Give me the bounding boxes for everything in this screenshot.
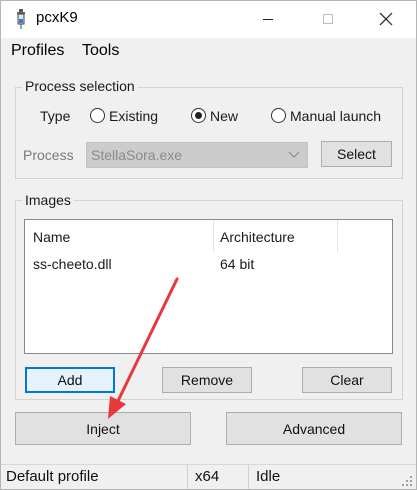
process-selection-title: Process selection <box>22 78 138 94</box>
maximize-button[interactable] <box>305 0 351 38</box>
process-label: Process <box>23 147 74 163</box>
images-title: Images <box>22 192 74 208</box>
advanced-button[interactable]: Advanced <box>226 412 402 445</box>
minimize-button[interactable] <box>245 0 291 38</box>
column-header-name[interactable]: Name <box>33 229 70 245</box>
radio-existing-label[interactable]: Existing <box>109 108 158 124</box>
process-combobox[interactable]: StellaSora.exe <box>86 142 308 168</box>
status-profile: Default profile <box>6 468 99 485</box>
radio-manual-launch[interactable] <box>271 108 286 123</box>
inject-button[interactable]: Inject <box>15 412 191 445</box>
status-divider <box>187 465 188 489</box>
menu-tools[interactable]: Tools <box>81 42 120 60</box>
image-arch-cell: 64 bit <box>220 256 255 272</box>
add-button[interactable]: Add <box>25 367 115 393</box>
maximize-icon <box>323 14 333 24</box>
image-name-cell: ss-cheeto.dll <box>33 256 112 272</box>
status-state: Idle <box>256 468 281 485</box>
clear-button[interactable]: Clear <box>302 367 392 393</box>
select-button[interactable]: Select <box>321 141 392 167</box>
column-divider[interactable] <box>337 220 338 252</box>
radio-new-label[interactable]: New <box>210 108 238 124</box>
type-label: Type <box>40 108 71 124</box>
close-button[interactable] <box>363 0 409 38</box>
radio-manual-launch-label[interactable]: Manual launch <box>290 108 381 124</box>
radio-existing[interactable] <box>90 108 105 123</box>
menu-profiles[interactable]: Profiles <box>10 42 65 60</box>
resize-grip-icon[interactable] <box>400 474 414 488</box>
radio-new[interactable] <box>191 108 206 123</box>
syringe-app-icon <box>17 9 25 29</box>
remove-button[interactable]: Remove <box>162 367 252 393</box>
status-divider <box>248 465 249 489</box>
window-title: pcxK9 <box>36 9 78 26</box>
column-divider[interactable] <box>213 220 214 252</box>
radio-selected-dot <box>195 112 202 119</box>
chevron-down-icon <box>288 151 300 158</box>
status-arch: x64 <box>195 468 220 485</box>
close-icon <box>379 12 393 26</box>
column-header-architecture[interactable]: Architecture <box>220 229 295 245</box>
minimize-icon <box>263 19 273 20</box>
